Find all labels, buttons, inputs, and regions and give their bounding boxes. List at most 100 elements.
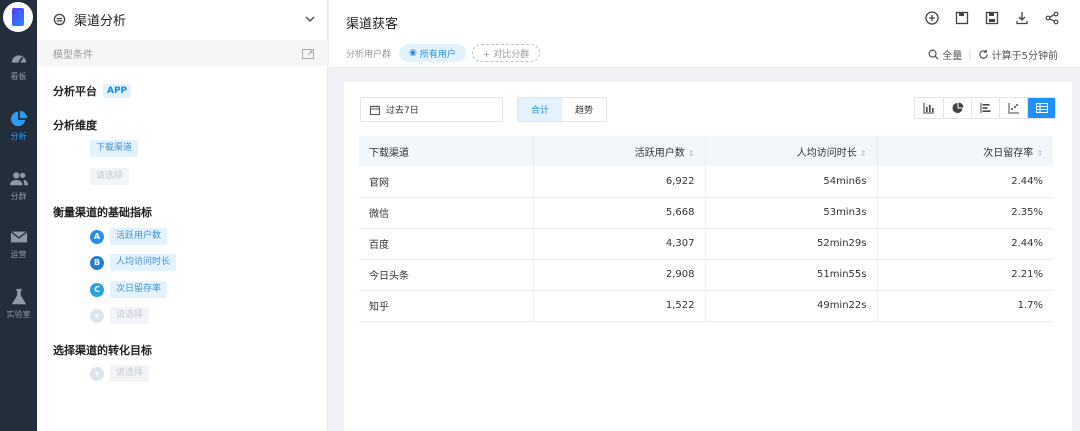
metric-row-c[interactable]: C 次日留存率 xyxy=(90,281,168,298)
panel-title: 渠道分析 xyxy=(74,13,127,29)
sort-icon[interactable]: ⇕ xyxy=(688,149,695,158)
nav-item-segments[interactable]: 分群 xyxy=(0,170,37,214)
horizontal-bar-icon xyxy=(980,103,990,113)
goal-label-text: 选择渠道的转化目标 xyxy=(53,344,152,357)
mode-total-button[interactable]: 合计 xyxy=(518,98,562,121)
metric-chip[interactable]: 活跃用户数 xyxy=(110,228,168,245)
header-label: 人均访问时长 xyxy=(796,147,857,159)
panel-header[interactable]: 渠道分析 xyxy=(37,0,328,38)
chevron-down-icon[interactable] xyxy=(304,13,316,25)
channel-analysis-icon xyxy=(53,13,66,25)
goal-add-row[interactable]: + 请选择 xyxy=(90,365,150,382)
main-content: 渠道获客 分析用户群 ◉ 所有用户 + 对比分群 全量 | 计算于5分钟前 过去7… xyxy=(329,0,1080,431)
bar-chart-icon xyxy=(923,103,934,114)
nav-item-lab[interactable]: 实验室 xyxy=(0,288,37,332)
chart-type-bar-button[interactable] xyxy=(915,98,943,118)
cell-channel: 官网 xyxy=(359,166,534,198)
computed-at-text: 计算于5分钟前 xyxy=(991,51,1058,62)
header-label: 活跃用户数 xyxy=(634,147,685,159)
metric-badge: A xyxy=(90,229,104,244)
nav-label: 运营 xyxy=(10,250,27,259)
table-row[interactable]: 今日头条 2,908 51min55s 2.21% xyxy=(359,259,1053,291)
model-conditions-bar[interactable]: 模型条件 xyxy=(37,40,328,66)
segment-value: 所有用户 xyxy=(419,49,456,60)
dimension-chip[interactable]: 下载渠道 xyxy=(90,140,139,157)
table-row[interactable]: 微信 5,668 53min3s 2.35% xyxy=(359,197,1053,229)
expand-icon[interactable] xyxy=(302,48,314,59)
metrics-label: 衡量渠道的基础指标 xyxy=(53,204,152,220)
result-card: 过去7日 合计 趋势 下载渠道 活跃用户数⇕ 人均访问时长⇕ 次日留存率⇕ xyxy=(344,82,1072,431)
column-header-channel[interactable]: 下载渠道 xyxy=(359,136,534,166)
platform-label: 分析平台 xyxy=(53,85,97,98)
metric-add-chip[interactable]: 请选择 xyxy=(110,307,150,324)
full-data-toggle[interactable]: 全量 xyxy=(942,47,962,62)
view-mode-toggle: 合计 趋势 xyxy=(517,97,607,122)
flask-icon xyxy=(11,288,26,305)
main-topbar: 渠道获客 分析用户群 ◉ 所有用户 + 对比分群 全量 | 计算于5分钟前 xyxy=(329,0,1080,68)
nav-item-analysis[interactable]: 分析 xyxy=(0,110,37,154)
compare-segment-button[interactable]: + 对比分群 xyxy=(471,44,541,62)
save-as-icon xyxy=(985,11,999,25)
scatter-chart-icon xyxy=(1008,103,1019,114)
platform-tag[interactable]: APP xyxy=(103,84,132,98)
column-header-avg-duration[interactable]: 人均访问时长 ⇕ xyxy=(705,136,878,166)
add-button[interactable] xyxy=(924,10,940,26)
metric-badge: C xyxy=(90,282,104,297)
column-header-retention[interactable]: 次日留存率 ⇕ xyxy=(877,136,1053,166)
segment-label: 分析用户群 xyxy=(346,49,392,60)
table-row[interactable]: 百度 4,307 52min29s 2.44% xyxy=(359,228,1053,260)
plus-circle-icon xyxy=(925,11,939,25)
chart-type-switcher xyxy=(914,97,1056,119)
save-button[interactable] xyxy=(954,10,970,26)
cell-retention: 2.21% xyxy=(877,259,1053,291)
cell-active-users: 5,668 xyxy=(533,197,706,229)
header-label: 次日留存率 xyxy=(983,147,1034,159)
metric-row-b[interactable]: B 人均访问时长 xyxy=(90,254,177,271)
chart-type-hbar-button[interactable] xyxy=(971,98,999,118)
download-icon xyxy=(1016,12,1028,25)
metric-chip[interactable]: 人均访问时长 xyxy=(110,254,177,271)
nav-item-dashboard[interactable]: 看板 xyxy=(0,50,37,94)
table-header-row: 下载渠道 活跃用户数 ⇕ 人均访问时长 ⇕ 次日留存率 ⇕ xyxy=(359,136,1053,166)
mode-trend-button[interactable]: 趋势 xyxy=(562,98,606,121)
metrics-label-text: 衡量渠道的基础指标 xyxy=(53,206,152,219)
save-as-button[interactable] xyxy=(984,10,1000,26)
metric-add-row[interactable]: + 请选择 xyxy=(90,307,150,324)
table-row[interactable]: 官网 6,922 54min6s 2.44% xyxy=(359,166,1053,198)
divider: | xyxy=(968,49,972,60)
cell-retention: 1.7% xyxy=(877,290,1053,322)
nav-item-operations[interactable]: 运营 xyxy=(0,228,37,272)
page-title: 渠道获客 xyxy=(346,17,399,32)
cell-retention: 2.44% xyxy=(877,228,1053,260)
segment-pill[interactable]: ◉ 所有用户 xyxy=(399,44,466,62)
metric-chip[interactable]: 次日留存率 xyxy=(110,281,168,298)
chart-type-pie-button[interactable] xyxy=(943,98,971,118)
date-range-value: 过去7日 xyxy=(386,106,419,116)
model-conditions-label: 模型条件 xyxy=(53,49,93,61)
column-header-active-users[interactable]: 活跃用户数 ⇕ xyxy=(533,136,706,166)
pie-chart-icon xyxy=(10,110,27,127)
metric-row-a[interactable]: A 活跃用户数 xyxy=(90,228,168,245)
dimension-label-text: 分析维度 xyxy=(53,119,97,132)
calendar-icon xyxy=(370,105,380,115)
plus-icon: + xyxy=(90,308,104,323)
chart-type-table-button[interactable] xyxy=(1027,98,1055,118)
refresh-icon[interactable] xyxy=(978,49,989,60)
sort-icon[interactable]: ⇕ xyxy=(860,149,867,158)
table-row[interactable]: 知乎 1,522 49min22s 1.7% xyxy=(359,290,1053,322)
share-button[interactable] xyxy=(1044,10,1060,26)
goal-add-chip[interactable]: 请选择 xyxy=(110,365,150,382)
metric-badge: B xyxy=(90,255,104,270)
sort-icon[interactable]: ⇕ xyxy=(1036,149,1043,158)
plus-icon: + xyxy=(90,366,104,381)
download-button[interactable] xyxy=(1014,10,1030,26)
chart-type-scatter-button[interactable] xyxy=(999,98,1027,118)
nav-label: 实验室 xyxy=(6,310,31,319)
nav-rail: 看板 分析 分群 运营 实验室 xyxy=(0,0,37,431)
cell-active-users: 4,307 xyxy=(533,228,706,260)
app-logo[interactable] xyxy=(3,2,33,32)
dimension-add-chip[interactable]: 请选择 xyxy=(90,168,130,185)
goal-label: 选择渠道的转化目标 xyxy=(53,342,152,358)
date-range-picker[interactable]: 过去7日 xyxy=(360,97,503,122)
users-icon xyxy=(9,172,28,186)
